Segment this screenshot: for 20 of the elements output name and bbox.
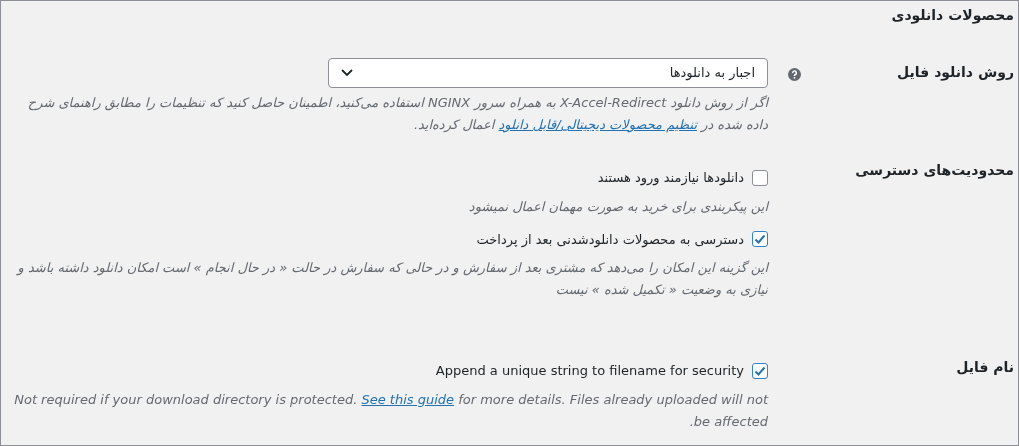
- checkbox[interactable]: [752, 231, 768, 248]
- download-method-select[interactable]: اجبار به دانلودها: [328, 58, 768, 88]
- checkmark-icon: [753, 232, 767, 247]
- checkbox[interactable]: [752, 169, 768, 186]
- checkbox-label: دسترسی به محصولات دانلودشدنی بعد از پرداخت: [476, 230, 744, 249]
- guide-link[interactable]: See this guide: [361, 391, 455, 407]
- checkbox-label: Append a unique string to filename for security: [435, 362, 744, 380]
- checkbox[interactable]: [752, 362, 768, 379]
- description-text: این گزینه این امکان را می‌دهد که مشتری بعد از سفارش و در حالی که سفارش در حالت « در حال انجام » است امکان دانلود داشته باشد و نیازی به وضعیت « تکمیل شده » نیست: [15, 259, 768, 300]
- chevron-down-icon: [341, 69, 353, 77]
- setting-label: نام فایل: [956, 358, 1014, 377]
- select-value: اجبار به دانلودها: [669, 64, 755, 83]
- section-title: محصولات دانلودی: [890, 6, 1015, 26]
- setting-label: روش دانلود فایل: [897, 63, 1014, 83]
- checkbox-label: دانلودها نیازمند ورود هستند: [597, 169, 744, 188]
- description-text: Not required if your download directory is protected. See this guide for more details. Files already uploaded will not be affected.: [13, 390, 768, 431]
- guide-link[interactable]: تنظیم محصولات دیجیتالی/قابل دانلود: [498, 117, 697, 132]
- description-text: اگر از روش دانلود X-Accel-Redirect به همراه سرور NGINX استفاده می‌کنید، اطمینان حاصل کنید که تنظیمات را مطابق راهنمای شرح داده شده در تنظیم محصولات دیجیتالی/قابل دانلود اعمال کرده‌اید.: [26, 94, 768, 135]
- description-text: این پیکربندی برای خرید به صورت مهمان اعمال نمیشود: [467, 197, 768, 217]
- setting-label: محدودیت‌های دسترسی: [855, 161, 1014, 181]
